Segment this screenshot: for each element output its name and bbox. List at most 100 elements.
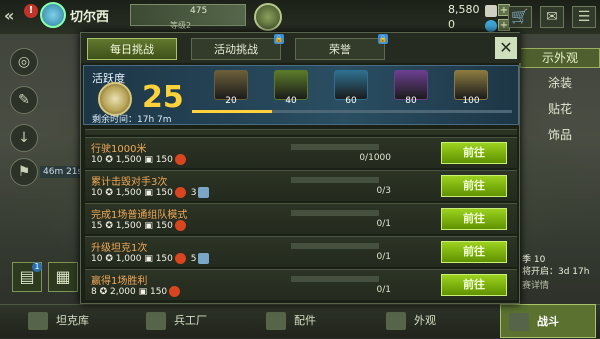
time-remaining: 剩余时间：17h 7m (92, 115, 172, 125)
star-icon (169, 286, 181, 297)
extra-reward-icon (198, 187, 210, 198)
task-rewards: 10 ✪ 1,000 ▣ 150 5 (91, 253, 211, 264)
task-progress-bar (291, 210, 379, 216)
go-button[interactable]: 前往 (441, 208, 507, 230)
task-row-partial (85, 129, 517, 135)
star-icon (174, 154, 186, 165)
nav-parts[interactable]: 配件 (266, 304, 356, 338)
extra-reward-icon (198, 253, 210, 264)
parts-icon (266, 312, 286, 330)
nav-battle-button[interactable]: 战斗 (500, 304, 596, 338)
star-icon (174, 220, 186, 231)
rank-value: 475 (190, 6, 208, 16)
activity-panel: 活跃度 25 剩余时间：17h 7m 20 40 60 80 100 (83, 65, 519, 125)
task-progress-bar (291, 243, 379, 249)
mail-icon[interactable]: ✉ (540, 6, 564, 28)
tools-icon (146, 312, 166, 330)
notes-icon[interactable]: ▦ (48, 262, 78, 292)
task-row: 行驶1000米 10 ✪ 1,500 ▣ 150 0/1000 前往 (85, 137, 517, 168)
nav-arsenal[interactable]: 兵工厂 (146, 304, 246, 338)
nav-garage[interactable]: 坦克库 (28, 304, 118, 338)
flag-icon[interactable]: ⚑ (10, 158, 38, 186)
rank-level: 等级2 (170, 21, 192, 30)
task-rewards: 10 ✪ 1,500 ▣ 150 3 (91, 187, 211, 198)
reward-values: 10 ✪ 1,500 ▣ 150 (91, 155, 173, 165)
task-rewards: 15 ✪ 1,500 ▣ 150 (91, 220, 188, 231)
task-progress-text: 0/1 (376, 285, 391, 295)
menu-ornament[interactable]: 饰品 (520, 126, 600, 143)
battle-icon (509, 313, 529, 331)
task-progress-bar (291, 144, 379, 150)
nav-appearance[interactable]: 外观 (386, 304, 476, 338)
activity-progress-track (192, 110, 512, 113)
task-list[interactable]: 行驶1000米 10 ✪ 1,500 ▣ 150 0/1000 前往 累计击毁对手3次 1… (85, 129, 517, 305)
close-x-icon[interactable]: ✕ (495, 37, 517, 59)
go-button[interactable]: 前往 (441, 142, 507, 164)
season-details[interactable]: 赛详情 (522, 278, 549, 291)
activity-progress-fill (192, 110, 272, 113)
shop-cart-icon[interactable]: 🛒 (508, 6, 532, 28)
avatar[interactable] (40, 2, 66, 28)
chat-icon[interactable]: ☰ (572, 6, 596, 28)
tab-event-challenge[interactable]: 活动挑战 🔒 (191, 34, 284, 60)
chest-threshold-label: 80 (405, 96, 417, 106)
alert-badge: ! (24, 4, 38, 18)
daily-challenge-dialog: 每日挑战 活动挑战 🔒 荣誉 🔒 ✕ 活跃度 25 剩余时间：17h 7m 20 40… (80, 32, 521, 305)
task-progress-text: 0/1 (376, 252, 391, 262)
brush-icon (386, 312, 406, 330)
player-name: 切尔西 (70, 10, 110, 25)
chest-threshold-label: 60 (345, 96, 357, 106)
currency-gold: 0 (448, 18, 455, 31)
season-start: 将开启：3d 17h (522, 267, 590, 277)
task-row: 赢得1场胜利 8 ✪ 2,000 ▣ 150 0/1 前往 (85, 269, 517, 300)
silver-coin-icon (485, 5, 497, 17)
activity-medal-icon (98, 82, 132, 116)
wrench-icon[interactable]: ✎ (10, 86, 38, 114)
focus-icon[interactable]: ◎ (10, 48, 38, 76)
task-rewards: 10 ✪ 1,500 ▣ 150 (91, 154, 188, 165)
menu-decal[interactable]: 贴花 (520, 100, 600, 117)
reward-values: 10 ✪ 1,500 ▣ 150 (91, 188, 173, 198)
currency-silver: 8,580 (448, 3, 480, 16)
task-title: 赢得1场胜利 (91, 276, 148, 287)
task-title: 完成1场普通组队模式 (91, 210, 188, 221)
task-progress-text: 0/3 (376, 186, 391, 196)
task-title: 行驶1000米 (91, 144, 147, 155)
task-progress-bar (291, 177, 379, 183)
tab-honor[interactable]: 荣誉 🔒 (295, 34, 388, 60)
gold-gem-icon (485, 20, 497, 32)
task-progress-text: 0/1000 (359, 153, 391, 163)
reward-values: 8 ✪ 2,000 ▣ 150 (91, 287, 168, 297)
task-rewards: 8 ✪ 2,000 ▣ 150 (91, 286, 182, 297)
timer-badge: 46m 21s (40, 166, 86, 178)
task-row: 累计击毁对手3次 10 ✪ 1,500 ▣ 150 3 0/3 前往 (85, 170, 517, 201)
go-button[interactable]: 前往 (441, 274, 507, 296)
tab-bar: 每日挑战 活动挑战 🔒 荣誉 🔒 ✕ (81, 33, 521, 63)
tab-daily-challenge[interactable]: 每日挑战 (87, 38, 177, 60)
lock-icon: 🔒 (274, 34, 284, 44)
chest-threshold-label: 20 (225, 96, 237, 106)
chest-threshold-label: 40 (285, 96, 297, 106)
download-arrow-icon[interactable]: ↓ (10, 124, 38, 152)
extra-reward-count: 5 (187, 254, 197, 264)
star-icon (174, 187, 186, 198)
garage-icon (28, 312, 48, 330)
task-progress-bar (291, 276, 379, 282)
notification-badge: 1 (32, 262, 42, 272)
activity-value: 25 (142, 80, 184, 115)
task-title: 升级坦克1次 (91, 243, 148, 254)
rank-medal-icon[interactable] (254, 3, 282, 31)
menu-paint[interactable]: 涂装 (520, 74, 600, 91)
task-progress-text: 0/1 (376, 219, 391, 229)
lock-icon: 🔒 (378, 34, 388, 44)
star-icon (174, 253, 186, 264)
go-button[interactable]: 前往 (441, 175, 507, 197)
double-chevron-left-icon[interactable]: « (4, 6, 14, 25)
chest-threshold-label: 100 (462, 96, 480, 106)
task-row: 升级坦克1次 10 ✪ 1,000 ▣ 150 5 0/1 前往 (85, 236, 517, 267)
task-title: 累计击毁对手3次 (91, 177, 168, 188)
menu-appearance[interactable]: 示外观 (520, 48, 600, 68)
reward-values: 10 ✪ 1,000 ▣ 150 (91, 254, 173, 264)
task-row: 完成1场普通组队模式 15 ✪ 1,500 ▣ 150 0/1 前往 (85, 203, 517, 234)
go-button[interactable]: 前往 (441, 241, 507, 263)
